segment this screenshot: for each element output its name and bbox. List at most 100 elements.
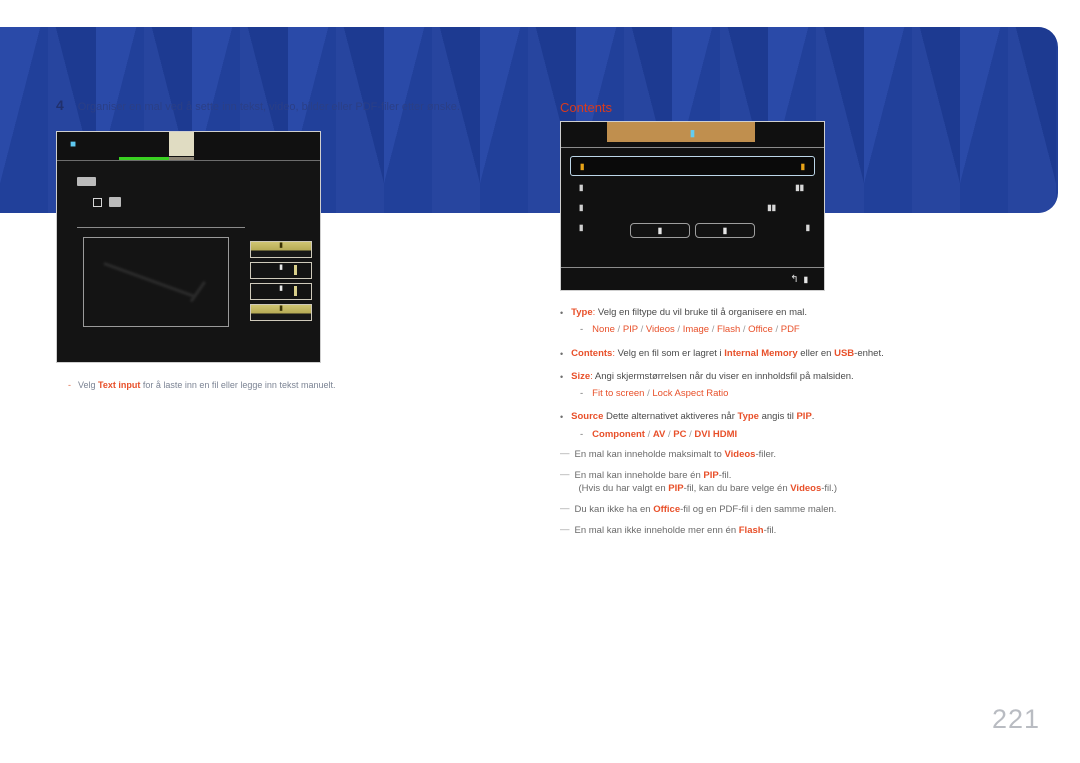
page-number: 221 <box>991 704 1040 734</box>
mockup-row-size[interactable]: ▮ ▮▮ <box>570 198 815 216</box>
value-av: AV <box>652 428 666 440</box>
value-lock-aspect-ratio: Lock Aspect Ratio <box>652 388 729 399</box>
note-4-p2: -fil. <box>763 524 777 536</box>
note-3-office: Office <box>653 504 681 516</box>
right-device-mockup: ▮ ▮ ▮ ▮ ▮▮ ▮ ▮▮ ▮ ▮ ▮ ▮ ↰ ▮ <box>560 121 825 291</box>
mockup-header: ▮ <box>561 122 824 148</box>
mockup-footer: ↰ ▮ <box>561 267 824 290</box>
note-1-p2: -filer. <box>755 448 777 460</box>
option-source-p4: . <box>811 411 815 423</box>
topbar-progress-remainder <box>169 157 194 160</box>
topbar-progress-bar <box>119 157 169 160</box>
value-pip: PIP <box>622 324 638 336</box>
option-type-values: - None / PIP / Videos / Image / Flash / … <box>580 323 1020 337</box>
note-2-s0: (Hvis du har valgt en <box>578 483 669 495</box>
screenshot-button-4[interactable]: ▮ <box>250 304 312 321</box>
note-4-p0: En mal kan ikke inneholde mer enn én <box>574 524 739 536</box>
topbar-beige-block <box>169 132 194 156</box>
mockup-row-type-value: ▮ <box>800 161 805 171</box>
left-device-screenshot: ■ ▮ ▮ ▮ ▮ <box>56 131 321 363</box>
option-contents-p0: Velg en fil som er lagret i <box>614 347 725 359</box>
screenshot-button-3-indicator <box>294 286 297 296</box>
section-divider <box>77 227 245 228</box>
value-fit-to-screen: Fit to screen <box>592 388 645 399</box>
value-image: Image <box>682 324 710 336</box>
note-dash: — <box>560 523 570 535</box>
step-text: Organiser en mal ved å sette inn tekst, … <box>77 101 460 113</box>
note-4: — En mal kan ikke inneholde mer enn én F… <box>560 524 1020 538</box>
caption-pre: Velg <box>78 380 99 390</box>
checkbox-unchecked[interactable] <box>93 198 102 207</box>
note-3-text: Du kan ikke ha en Office-fil og en PDF-f… <box>575 503 1021 517</box>
option-contents-body: Contents: Velg en fil som er lagret i In… <box>571 347 1020 361</box>
screenshot-button-2[interactable]: ▮ <box>250 262 312 279</box>
screenshot-button-1[interactable]: ▮ <box>250 241 312 258</box>
return-label: ▮ <box>803 274 808 284</box>
return-arrow-icon: ↰ <box>790 273 799 285</box>
option-source: • Source Dette alternativet aktiveres nå… <box>560 410 1020 424</box>
option-source-values-text: Component / AV / PC / DVI HDMI <box>592 428 738 440</box>
note-1: — En mal kan inneholde maksimalt to Vide… <box>560 448 1020 462</box>
options-description-list: • Type: Velg en filtype du vil bruke til… <box>560 306 1020 545</box>
note-dash: — <box>560 468 570 480</box>
mockup-cancel-button[interactable]: ▮ <box>695 223 755 238</box>
sub-dash: - <box>580 428 584 440</box>
step-heading: 4 Organiser en mal ved å sette inn tekst… <box>56 97 460 113</box>
caption-dash: - <box>68 380 71 390</box>
step-number: 4 <box>56 97 64 113</box>
mockup-ok-button[interactable]: ▮ <box>630 223 690 238</box>
note-2: — En mal kan inneholde bare én PIP-fil.(… <box>560 469 1020 497</box>
caption-highlight: Text input <box>98 380 141 390</box>
note-1-text: En mal kan inneholde maksimalt to Videos… <box>575 448 1021 462</box>
option-type-values-text: None / PIP / Videos / Image / Flash / Of… <box>592 324 800 336</box>
label-glyph <box>77 177 96 186</box>
note-2-text: En mal kan inneholde bare én PIP-fil. (Hv… <box>575 469 1021 497</box>
template-preview-area <box>83 237 229 327</box>
bullet-dot: • <box>560 371 564 382</box>
option-contents-p2: eller en <box>797 347 835 359</box>
value-hdmi: HDMI <box>712 428 738 440</box>
contents-heading: Contents <box>560 100 613 115</box>
notes-list: — En mal kan inneholde maksimalt to Vide… <box>560 448 1020 538</box>
mockup-row-contents[interactable]: ▮ ▮▮ <box>570 178 815 196</box>
note-2-s2: -fil, kan du bare velge én <box>683 483 791 495</box>
mockup-row-type[interactable]: ▮ ▮ <box>570 156 815 176</box>
option-size-term: Size <box>571 370 591 382</box>
note-2-p0: En mal kan inneholde bare én <box>574 469 704 481</box>
option-source-type: Type <box>737 411 759 423</box>
option-contents-internal-memory: Internal Memory <box>724 347 798 359</box>
screenshot-button-3[interactable]: ▮ <box>250 283 312 300</box>
note-4-flash: Flash <box>738 524 764 536</box>
sub-dash: - <box>580 388 584 399</box>
caption-text: Velg Text input for å laste inn en fil e… <box>78 380 335 390</box>
mockup-row-size-value: ▮▮ <box>767 202 776 212</box>
left-screenshot-caption: - Velg Text input for å laste inn en fil… <box>68 380 335 390</box>
template-icon: ■ <box>70 139 77 150</box>
value-flash: Flash <box>717 324 741 336</box>
option-size-values-text: Fit to screen / Lock Aspect Ratio <box>592 388 729 399</box>
note-3: — Du kan ikke ha en Office-fil og en PDF… <box>560 503 1020 517</box>
option-source-p2: angis til <box>758 411 797 423</box>
value-dvi: DVI <box>694 428 711 440</box>
note-2-subtext: (Hvis du har valgt en PIP-fil, kan du ba… <box>579 482 1021 496</box>
option-type-body: Type: Velg en filtype du vil bruke til å… <box>571 306 1020 320</box>
option-type-term: Type <box>571 307 593 318</box>
option-source-body: Source Dette alternativet aktiveres når … <box>571 410 1020 424</box>
screenshot-button-2-indicator <box>294 265 297 275</box>
mockup-row-contents-key: ▮ <box>579 182 584 192</box>
option-size-body: Size: Angi skjermstørrelsen når du viser… <box>571 370 1020 384</box>
value-pdf: PDF <box>780 324 800 336</box>
option-contents: • Contents: Velg en fil som er lagret i … <box>560 347 1020 361</box>
option-source-term: Source <box>571 411 604 423</box>
value-videos: Videos <box>645 324 675 336</box>
option-source-values: - Component / AV / PC / DVI HDMI <box>580 428 1020 442</box>
left-screenshot-body: ▮ ▮ ▮ ▮ <box>57 161 320 364</box>
screenshot-button-3-label: ▮ <box>279 285 283 292</box>
left-screenshot-topbar: ■ <box>57 132 320 161</box>
note-2-s-videos: Videos <box>790 483 822 495</box>
option-contents-usb: USB <box>834 347 855 359</box>
option-type: • Type: Velg en filtype du vil bruke til… <box>560 306 1020 320</box>
value-office: Office <box>748 324 773 336</box>
preview-stroke <box>103 262 195 298</box>
note-4-text: En mal kan ikke inneholde mer enn én Fla… <box>575 524 1021 538</box>
